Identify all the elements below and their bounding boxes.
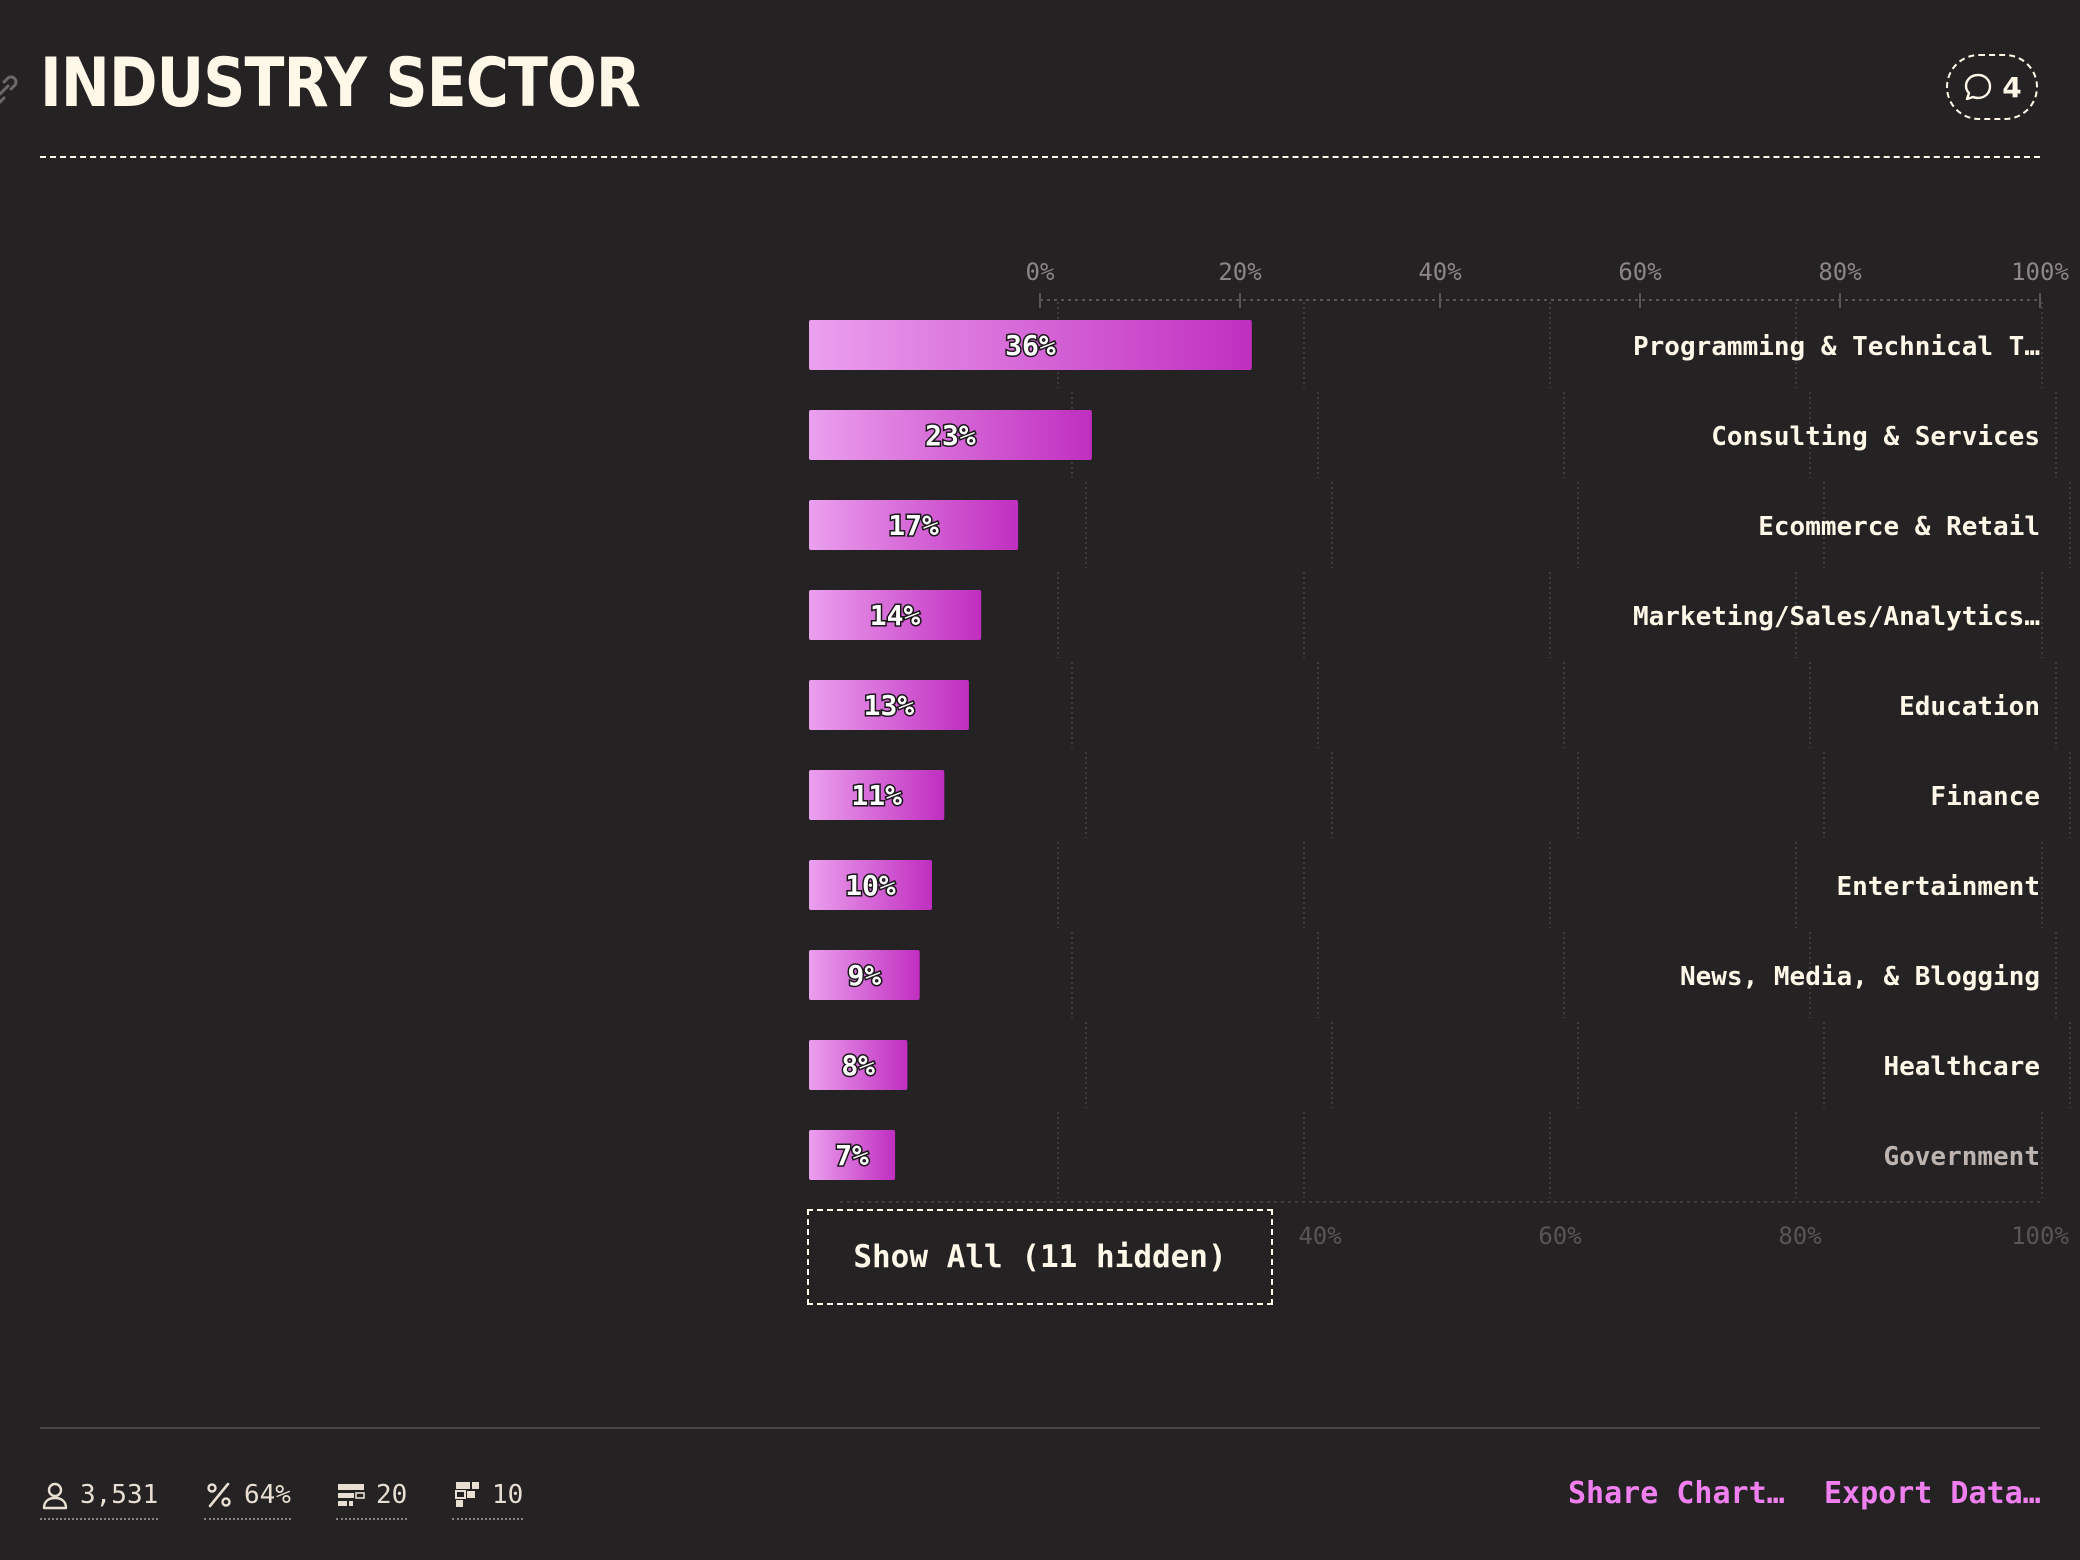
category-label: News, Media, & Blogging xyxy=(1680,962,2040,992)
shown-stat[interactable]: 10 xyxy=(452,1474,524,1520)
bar-value-label: 8% xyxy=(841,1049,875,1082)
bottom-tick-label: 100% xyxy=(2011,1222,2069,1250)
x-tick-label: 100% xyxy=(2011,258,2069,286)
x-tick-label: 80% xyxy=(1818,258,1862,286)
footer-divider xyxy=(40,1427,2040,1429)
respondents-stat[interactable]: 3,531 xyxy=(40,1474,159,1520)
x-tick-label: 0% xyxy=(1026,258,1055,286)
percent-icon xyxy=(207,1482,231,1508)
percent-stat[interactable]: 64% xyxy=(204,1474,291,1520)
bar-value-label: 9% xyxy=(847,959,881,992)
bottom-tick-label: 60% xyxy=(1538,1222,1582,1250)
bottom-tick-label: 80% xyxy=(1778,1222,1822,1250)
bar-value-label: 23% xyxy=(925,419,976,452)
bar-chart: 0% 20% 40% 60% 80% 100% 36% Programming & Techn… xyxy=(809,258,2071,1250)
bar-value-label: 17% xyxy=(888,509,939,542)
category-label: Government xyxy=(1883,1142,2040,1172)
options-count: 20 xyxy=(376,1480,408,1510)
category-label: Education xyxy=(1899,692,2040,722)
options-stat[interactable]: 20 xyxy=(336,1474,408,1520)
bar-value-label: 14% xyxy=(870,599,921,632)
bar-value-label: 7% xyxy=(835,1139,869,1172)
category-label: Programming & Technical T… xyxy=(1633,332,2040,362)
category-label: Consulting & Services xyxy=(1711,422,2040,452)
category-label: Healthcare xyxy=(1883,1052,2040,1082)
category-label: Finance xyxy=(1930,782,2040,812)
share-chart-link[interactable]: Share Chart… xyxy=(1568,1476,1785,1511)
bar-value-label: 13% xyxy=(864,689,915,722)
category-label: Marketing/Sales/Analytics… xyxy=(1633,602,2040,632)
shown-count: 10 xyxy=(492,1480,524,1510)
export-data-link[interactable]: Export Data… xyxy=(1824,1476,2041,1511)
person-icon xyxy=(42,1482,68,1510)
options-icon xyxy=(338,1484,365,1506)
x-tick-label: 20% xyxy=(1218,258,1262,286)
bar-value-label: 11% xyxy=(851,779,902,812)
x-tick-label: 40% xyxy=(1418,258,1462,286)
category-label: Entertainment xyxy=(1837,872,2041,902)
x-tick-label: 60% xyxy=(1618,258,1662,286)
hidden-options-icon xyxy=(455,1482,479,1507)
bar-value-label: 36% xyxy=(1005,329,1056,362)
bar-value-label: 10% xyxy=(845,869,896,902)
respondents-count: 3,531 xyxy=(80,1480,159,1510)
show-all-button[interactable]: Show All (11 hidden) xyxy=(807,1209,1273,1305)
category-label: Ecommerce & Retail xyxy=(1758,512,2040,542)
bottom-tick-label: 40% xyxy=(1298,1222,1342,1250)
percent-value: 64% xyxy=(244,1480,291,1510)
